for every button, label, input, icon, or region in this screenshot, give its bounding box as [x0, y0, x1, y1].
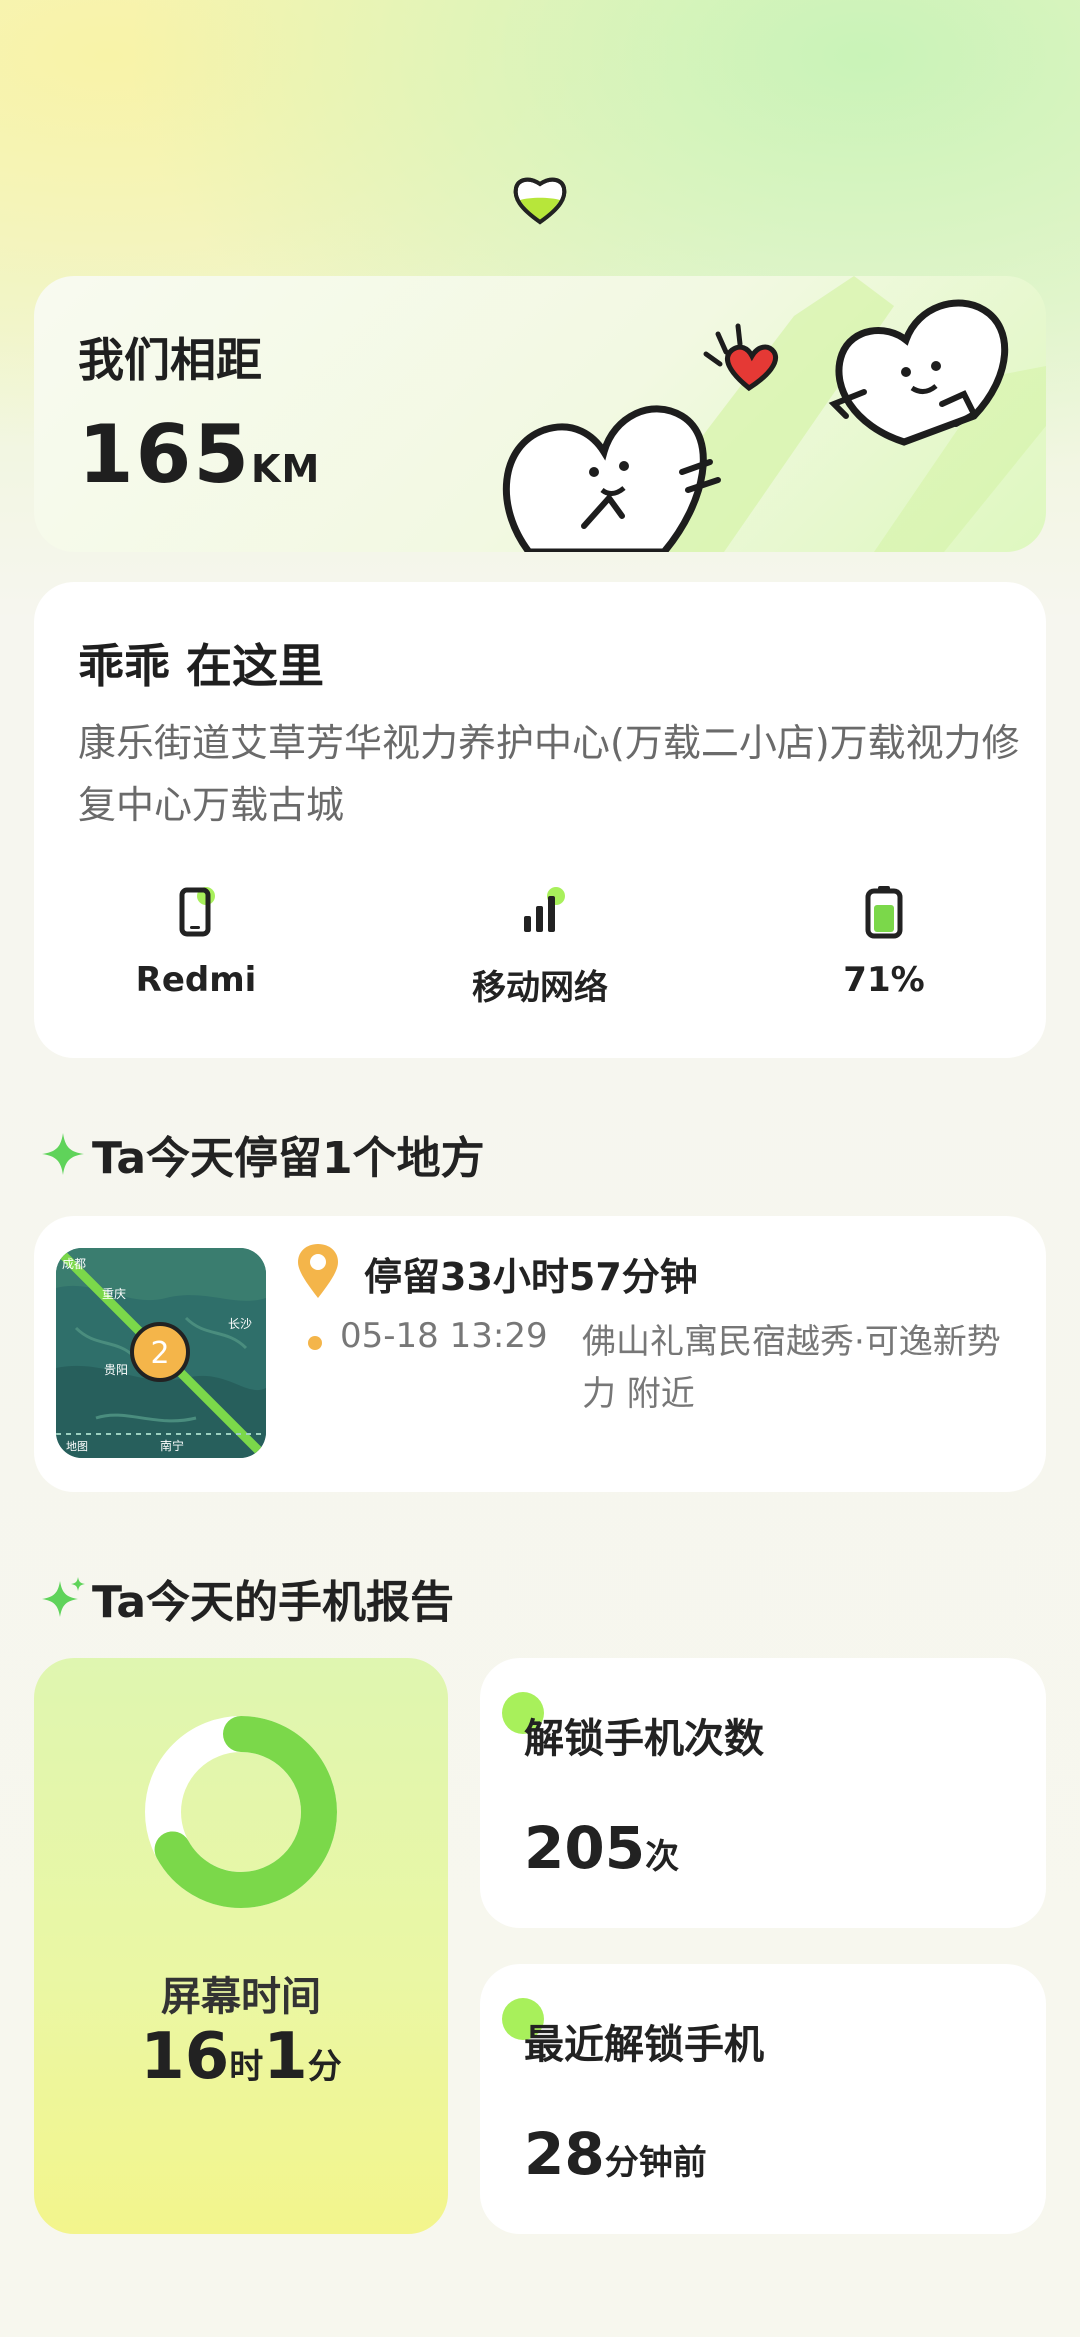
hearts-illustration-icon: [502, 276, 1046, 552]
report-section-header: Ta今天的手机报告: [40, 1566, 454, 1630]
distance-unit: KM: [251, 447, 321, 491]
stay-map[interactable]: 2 成都 重庆 长沙 贵阳 南宁 地图: [56, 1248, 266, 1458]
unlock-count-title: 解锁手机次数: [524, 1716, 764, 1762]
device-stat: Redmi: [46, 882, 346, 1000]
map-badge: 2: [150, 1336, 169, 1371]
report-header-text: Ta今天的手机报告: [92, 1577, 455, 1628]
location-address: 康乐街道艾草芳华视力养护中心(万载二小店)万载视力修复中心万载古城: [78, 721, 1020, 827]
unlock-count-card[interactable]: 解锁手机次数 205次: [480, 1658, 1046, 1928]
stay-card[interactable]: 2 成都 重庆 长沙 贵阳 南宁 地图 停留33小时57分钟 05-18 13:…: [34, 1216, 1046, 1492]
map-label: 成都: [62, 1257, 86, 1271]
network-label: 移动网络: [472, 968, 608, 1008]
location-pin-icon: [298, 1244, 338, 1298]
stay-section-header: Ta今天停留1个地方: [40, 1122, 485, 1186]
distance-label: 我们相距: [78, 333, 262, 387]
battery-icon: [865, 886, 903, 939]
distance-card[interactable]: 我们相距 165KM: [34, 276, 1046, 552]
last-unlock-card[interactable]: 最近解锁手机 28分钟前: [480, 1964, 1046, 2234]
last-unlock-title: 最近解锁手机: [524, 2022, 764, 2068]
map-label: 重庆: [102, 1287, 126, 1301]
screen-time-card[interactable]: 屏幕时间 16时1分: [34, 1658, 448, 2234]
stay-timeline-dot: [308, 1336, 322, 1350]
stay-duration: 停留33小时57分钟: [364, 1255, 698, 1299]
heart-logo-icon: [513, 177, 567, 225]
battery-stat: 71%: [734, 882, 1034, 1000]
stay-time: 05-18 13:29: [340, 1316, 548, 1356]
map-label: 南宁: [160, 1438, 184, 1453]
screen-time-value: 16时1分: [140, 2020, 342, 2094]
map-label: 贵阳: [104, 1363, 128, 1377]
stay-header-text: Ta今天停留1个地方: [92, 1133, 485, 1184]
stay-place: 佛山礼寓民宿越秀·可逸新势力 附近: [582, 1322, 1001, 1414]
signal-bars-icon: [524, 887, 565, 932]
phone-icon: [179, 887, 215, 937]
location-card[interactable]: 乖乖 在这里 康乐街道艾草芳华视力养护中心(万载二小店)万载视力修复中心万载古城…: [34, 582, 1046, 1058]
screen-time-label: 屏幕时间: [161, 1974, 321, 2020]
map-label: 长沙: [228, 1317, 252, 1331]
unlock-count-value: 205次: [524, 1814, 680, 1882]
location-title: 乖乖 在这里: [78, 639, 325, 693]
distance-value: 165KM: [78, 408, 321, 501]
device-label: Redmi: [135, 960, 257, 1000]
sparkle-icon: [42, 1133, 84, 1175]
battery-label: 71%: [843, 960, 925, 1000]
sparkle-icon: [42, 1577, 85, 1617]
screen-time-ring: [145, 1716, 337, 1908]
last-unlock-value: 28分钟前: [524, 2120, 707, 2188]
network-stat: 移动网络: [390, 882, 690, 1009]
map-thumbnail-icon: 2 成都 重庆 长沙 贵阳 南宁 地图: [56, 1248, 266, 1458]
map-watermark: 地图: [66, 1440, 88, 1453]
